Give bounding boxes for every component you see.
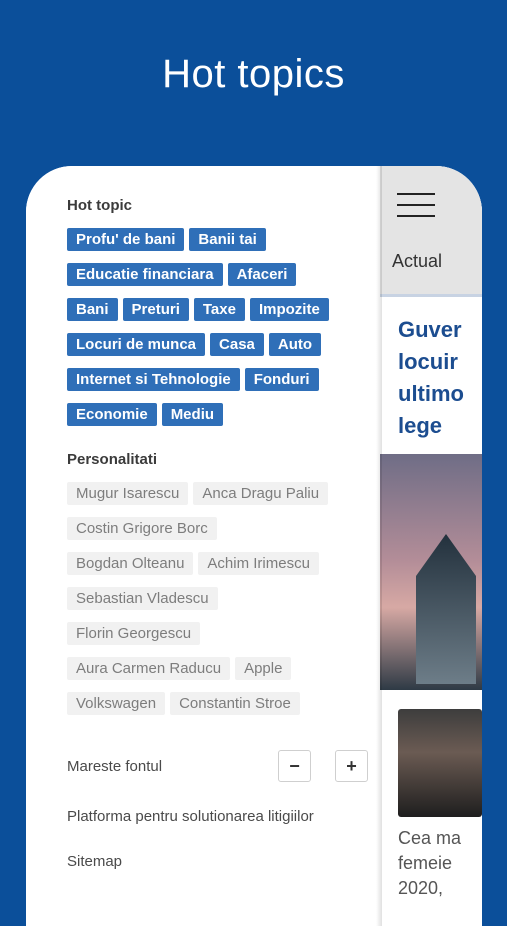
personality-chip[interactable]: Volkswagen xyxy=(67,692,166,715)
topic-chip[interactable]: Fonduri xyxy=(244,368,319,391)
topic-chip[interactable]: Auto xyxy=(268,333,322,356)
personality-row: Volkswagen Constantin Stroe xyxy=(67,692,300,715)
personality-chip[interactable]: Costin Grigore Borc xyxy=(67,517,217,540)
personality-chip[interactable]: Anca Dragu Paliu xyxy=(193,482,329,505)
topic-chip[interactable]: Internet si Tehnologie xyxy=(67,368,240,391)
personality-chip[interactable]: Mugur Isarescu xyxy=(67,482,189,505)
personality-row: Aura Carmen Raducu Apple xyxy=(67,657,292,680)
hot-topic-row: Educatie financiara Afaceri xyxy=(67,263,297,286)
topic-chip[interactable]: Taxe xyxy=(193,298,245,321)
topic-chip[interactable]: Profu' de bani xyxy=(67,228,185,251)
topic-chip[interactable]: Banii tai xyxy=(189,228,266,251)
personality-chip[interactable]: Aura Carmen Raducu xyxy=(67,657,231,680)
personality-row: Costin Grigore Borc xyxy=(67,517,217,540)
page-heading: Hot topics xyxy=(162,52,345,96)
hot-topic-row: Bani Preturi Taxe Impozite xyxy=(67,298,329,321)
topic-chip[interactable]: Locuri de munca xyxy=(67,333,206,356)
article-preview: Actual Guver locuir ultimo lege Cea ma f… xyxy=(380,166,482,926)
topic-chip[interactable]: Bani xyxy=(67,298,118,321)
hot-topic-row: Economie Mediu xyxy=(67,403,224,426)
font-size-label: Mareste fontul xyxy=(67,758,163,775)
person-photo[interactable] xyxy=(398,709,482,817)
font-increase-button[interactable]: + xyxy=(335,750,368,782)
personality-chip[interactable]: Constantin Stroe xyxy=(170,692,300,715)
topic-chip[interactable]: Casa xyxy=(210,333,264,356)
dispute-platform-link[interactable]: Platforma pentru solutionarea litigiilor xyxy=(67,808,314,825)
topic-chip[interactable]: Preturi xyxy=(122,298,189,321)
topic-chip[interactable]: Economie xyxy=(67,403,157,426)
font-decrease-button[interactable]: − xyxy=(278,750,311,782)
personality-chip[interactable]: Bogdan Olteanu xyxy=(67,552,194,575)
personality-chip[interactable]: Florin Georgescu xyxy=(67,622,201,645)
personality-row: Mugur Isarescu Anca Dragu Paliu xyxy=(67,482,329,505)
topic-chip[interactable]: Impozite xyxy=(249,298,329,321)
personality-row: Bogdan Olteanu Achim Irimescu xyxy=(67,552,319,575)
caption-line: Cea ma xyxy=(398,828,462,848)
topic-chip[interactable]: Afaceri xyxy=(227,263,297,286)
headline-line: lege xyxy=(398,413,443,438)
caption-line: 2020, xyxy=(398,878,444,898)
side-menu: Hot topic Profu' de bani Banii tai Educa… xyxy=(26,166,380,926)
hot-topic-row: Profu' de bani Banii tai xyxy=(67,228,266,251)
hot-topic-row: Locuri de munca Casa Auto xyxy=(67,333,322,356)
article-image[interactable] xyxy=(380,454,482,690)
divider xyxy=(380,294,482,297)
topic-chip[interactable]: Mediu xyxy=(161,403,224,426)
headline-line: ultimo xyxy=(398,381,464,406)
personality-chip[interactable]: Apple xyxy=(235,657,292,680)
personality-row: Florin Georgescu xyxy=(67,622,201,645)
tab-actual[interactable]: Actual xyxy=(392,251,442,272)
phone-frame: Hot topic Profu' de bani Banii tai Educa… xyxy=(26,166,482,926)
personality-row: Sebastian Vladescu xyxy=(67,587,218,610)
caption-line: femeie xyxy=(398,853,453,873)
personality-chip[interactable]: Sebastian Vladescu xyxy=(67,587,218,610)
headline-line: Guver xyxy=(398,317,462,342)
preview-header: Actual xyxy=(380,166,482,296)
hot-topic-title: Hot topic xyxy=(67,197,132,214)
personalities-title: Personalitati xyxy=(67,451,158,468)
hot-topic-row: Internet si Tehnologie Fonduri xyxy=(67,368,319,391)
panel-shadow xyxy=(376,166,382,926)
hamburger-icon[interactable] xyxy=(397,193,435,226)
sitemap-link[interactable]: Sitemap xyxy=(67,853,122,870)
article-headline[interactable]: Guver locuir ultimo lege xyxy=(398,314,482,442)
headline-line: locuir xyxy=(398,349,458,374)
house-image xyxy=(416,534,476,684)
personality-chip[interactable]: Achim Irimescu xyxy=(198,552,319,575)
topic-chip[interactable]: Educatie financiara xyxy=(67,263,223,286)
article-caption[interactable]: Cea ma femeie 2020, xyxy=(398,826,461,901)
